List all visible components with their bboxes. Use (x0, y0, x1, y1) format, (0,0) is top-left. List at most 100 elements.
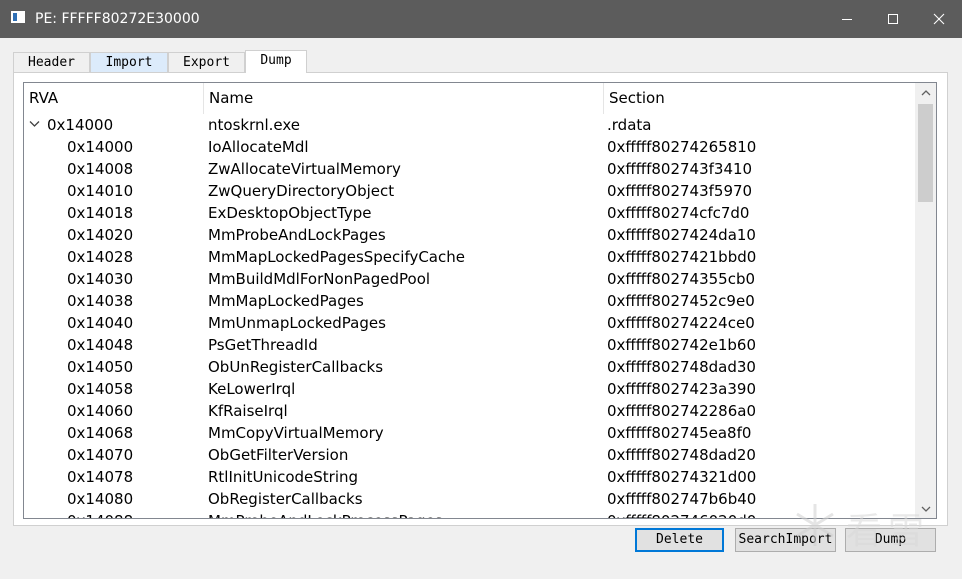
parent-rva: 0x14000 (47, 116, 114, 134)
close-icon (933, 13, 945, 25)
table-row[interactable]: 0x14028 MmMapLockedPagesSpecifyCache 0xfff… (24, 246, 914, 268)
row-name: IoAllocateMdl (208, 138, 309, 156)
row-rva: 0x14020 (67, 226, 134, 244)
table-row[interactable]: 0x14008 ZwAllocateVirtualMemory 0xfffff802… (24, 158, 914, 180)
table-row[interactable]: 0x14050 ObUnRegisterCallbacks 0xfffff80274… (24, 356, 914, 378)
row-rva: 0x14028 (67, 248, 134, 266)
parent-section: .rdata (607, 116, 652, 134)
row-section: 0xfffff802745ea8f0 (607, 424, 752, 442)
row-section: 0xfffff8027423a390 (607, 380, 756, 398)
row-rva: 0x14058 (67, 380, 134, 398)
table-row[interactable]: 0x14038 MmMapLockedPages 0xfffff8027452c9e… (24, 290, 914, 312)
row-name: RtlInitUnicodeString (208, 468, 359, 486)
tab-dump[interactable]: Dump (245, 50, 307, 73)
row-name: MmBuildMdlForNonPagedPool (208, 270, 431, 288)
row-name: MmMapLockedPagesSpecifyCache (208, 248, 465, 266)
row-section: 0xfffff80274265810 (607, 138, 757, 156)
row-section: 0xfffff802748dad20 (607, 446, 756, 464)
table-row[interactable]: 0x14040 MmUnmapLockedPages 0xfffff80274224… (24, 312, 914, 334)
row-section: 0xfffff80274355cb0 (607, 270, 756, 288)
row-rva: 0x14030 (67, 270, 134, 288)
row-rva: 0x14040 (67, 314, 134, 332)
table-row[interactable]: 0x14060 KfRaiseIrql 0xfffff802742286a0 (24, 400, 914, 422)
delete-button[interactable]: Delete (635, 528, 724, 552)
row-section: 0xfffff802742286a0 (607, 402, 756, 420)
scroll-up-button[interactable] (915, 83, 936, 102)
close-button[interactable] (916, 0, 962, 38)
maximize-icon (888, 14, 898, 24)
row-name: ExDesktopObjectType (208, 204, 372, 222)
row-section: 0xfffff802747b6b40 (607, 490, 757, 508)
row-section: 0xfffff802743f5970 (607, 182, 753, 200)
row-section: 0xfffff80274224ce0 (607, 314, 755, 332)
row-name: ObUnRegisterCallbacks (208, 358, 384, 376)
row-rva: 0x14008 (67, 160, 134, 178)
row-name: ZwQueryDirectoryObject (208, 182, 395, 200)
app-icon (11, 11, 25, 23)
dump-tree-view[interactable]: RVA Name Section 0x14000 ntoskrnl.exe .r… (23, 82, 937, 519)
table-row[interactable]: 0x14068 MmCopyVirtualMemory 0xfffff802745e… (24, 422, 914, 444)
table-row[interactable]: 0x14070 ObGetFilterVersion 0xfffff802748da… (24, 444, 914, 466)
table-row[interactable]: 0x14078 RtlInitUnicodeString 0xfffff802743… (24, 466, 914, 488)
row-name: PsGetThreadId (208, 336, 318, 354)
window-title: PE: FFFFF80272E30000 (35, 11, 200, 27)
row-rva: 0x14038 (67, 292, 134, 310)
row-rva: 0x14068 (67, 424, 134, 442)
column-header-section[interactable]: Section (604, 83, 914, 114)
row-section: 0xfffff8027421bbd0 (607, 248, 757, 266)
row-name: ObGetFilterVersion (208, 446, 349, 464)
chevron-down-icon[interactable] (29, 120, 40, 128)
row-section: 0xfffff802748dad30 (607, 358, 756, 376)
table-row[interactable]: 0x14048 PsGetThreadId 0xfffff802742e1b60 (24, 334, 914, 356)
table-row[interactable]: 0x14080 ObRegisterCallbacks 0xfffff802747b… (24, 488, 914, 510)
column-header-name[interactable]: Name (204, 83, 604, 114)
table-row[interactable]: 0x14088 MmProbeAndLockProcessPages 0xfffff… (24, 510, 914, 518)
scroll-thumb[interactable] (918, 104, 933, 202)
column-header: RVA Name Section (24, 83, 914, 114)
vertical-scrollbar[interactable] (915, 83, 936, 518)
row-rva: 0x14070 (67, 446, 134, 464)
row-rva: 0x14050 (67, 358, 134, 376)
tab-import[interactable]: Import (90, 52, 168, 72)
row-section: 0xfffff802746020d0 (607, 510, 756, 518)
row-name: ZwAllocateVirtualMemory (208, 160, 401, 178)
row-section: 0xfffff80274321d00 (607, 468, 757, 486)
minimize-button[interactable] (824, 0, 870, 38)
row-name: KeLowerIrql (208, 380, 296, 398)
table-row[interactable]: 0x14018 ExDesktopObjectType 0xfffff80274cf… (24, 202, 914, 224)
column-header-rva[interactable]: RVA (24, 83, 204, 114)
row-section: 0xfffff8027424da10 (607, 226, 756, 244)
row-rva: 0x14080 (67, 490, 134, 508)
table-row[interactable]: 0x14030 MmBuildMdlForNonPagedPool 0xfffff8… (24, 268, 914, 290)
tree-rows: 0x14000 ntoskrnl.exe .rdata 0x14000 IoAll… (24, 114, 914, 518)
row-section: 0xfffff802743f3410 (607, 160, 753, 178)
table-row[interactable]: 0x14010 ZwQueryDirectoryObject 0xfffff8027… (24, 180, 914, 202)
row-rva: 0x14078 (67, 468, 134, 486)
title-bar: PE: FFFFF80272E30000 (0, 0, 962, 38)
table-row[interactable]: 0x14058 KeLowerIrql 0xfffff8027423a390 (24, 378, 914, 400)
row-name: MmCopyVirtualMemory (208, 424, 384, 442)
table-row[interactable]: 0x14000 IoAllocateMdl 0xfffff80274265810 (24, 136, 914, 158)
tab-header[interactable]: Header (13, 52, 90, 72)
snowflake-icon (796, 504, 834, 546)
row-rva: 0x14000 (67, 138, 134, 156)
row-name: MmProbeAndLockPages (208, 226, 386, 244)
watermark-text: 看雪 (846, 511, 931, 552)
parent-name: ntoskrnl.exe (208, 116, 301, 134)
row-rva: 0x14060 (67, 402, 134, 420)
minimize-icon (842, 19, 852, 20)
maximize-button[interactable] (870, 0, 916, 38)
row-rva: 0x14010 (67, 182, 134, 200)
table-row[interactable]: 0x14020 MmProbeAndLockPages 0xfffff8027424… (24, 224, 914, 246)
row-section: 0xfffff8027452c9e0 (607, 292, 755, 310)
row-rva: 0x14088 (67, 510, 133, 518)
row-section: 0xfffff802742e1b60 (607, 336, 757, 354)
row-name: KfRaiseIrql (208, 402, 288, 420)
tab-export[interactable]: Export (168, 52, 245, 72)
row-name: MmMapLockedPages (208, 292, 364, 310)
watermark-logo: 看雪 (790, 500, 940, 555)
tree-parent-row[interactable]: 0x14000 ntoskrnl.exe .rdata (24, 114, 914, 136)
row-section: 0xfffff80274cfc7d0 (607, 204, 750, 222)
row-name: MmProbeAndLockProcessPages (208, 510, 443, 518)
row-name: MmUnmapLockedPages (208, 314, 386, 332)
